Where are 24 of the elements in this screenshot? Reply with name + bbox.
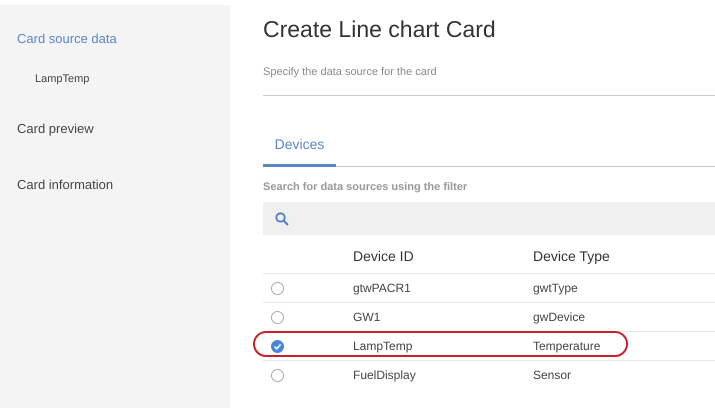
column-header: Device Type bbox=[533, 239, 715, 274]
page-subtitle: Specify the data source for the card bbox=[263, 66, 438, 78]
checkmark-icon bbox=[273, 342, 282, 350]
sidebar-subitem[interactable]: LampTemp bbox=[0, 69, 230, 89]
table-cell: LampTemp bbox=[353, 339, 412, 353]
table-cell: FuelDisplay bbox=[353, 368, 416, 382]
table-cell: gwDevice bbox=[533, 310, 586, 324]
radio-button[interactable] bbox=[271, 340, 284, 352]
table-cell: gwtType bbox=[533, 281, 578, 295]
search-icon bbox=[275, 212, 289, 226]
table-cell: Sensor bbox=[533, 368, 572, 382]
radio-button[interactable] bbox=[271, 368, 284, 382]
search-label: Search for data sources using the filter bbox=[263, 181, 468, 193]
sidebar-item[interactable]: Card information bbox=[0, 175, 230, 195]
page-title: Create Line chart Card bbox=[263, 15, 497, 44]
sidebar-item[interactable]: Card preview bbox=[0, 119, 230, 139]
radio-button[interactable] bbox=[271, 282, 284, 294]
table-cell: GW1 bbox=[353, 310, 380, 324]
radio-button[interactable] bbox=[271, 310, 284, 324]
table-cell: gtwPACR1 bbox=[353, 281, 411, 295]
column-header: Device ID bbox=[353, 239, 533, 274]
tab[interactable]: Devices bbox=[263, 130, 336, 167]
table-cell: Temperature bbox=[533, 339, 600, 353]
search-field[interactable] bbox=[263, 202, 715, 235]
